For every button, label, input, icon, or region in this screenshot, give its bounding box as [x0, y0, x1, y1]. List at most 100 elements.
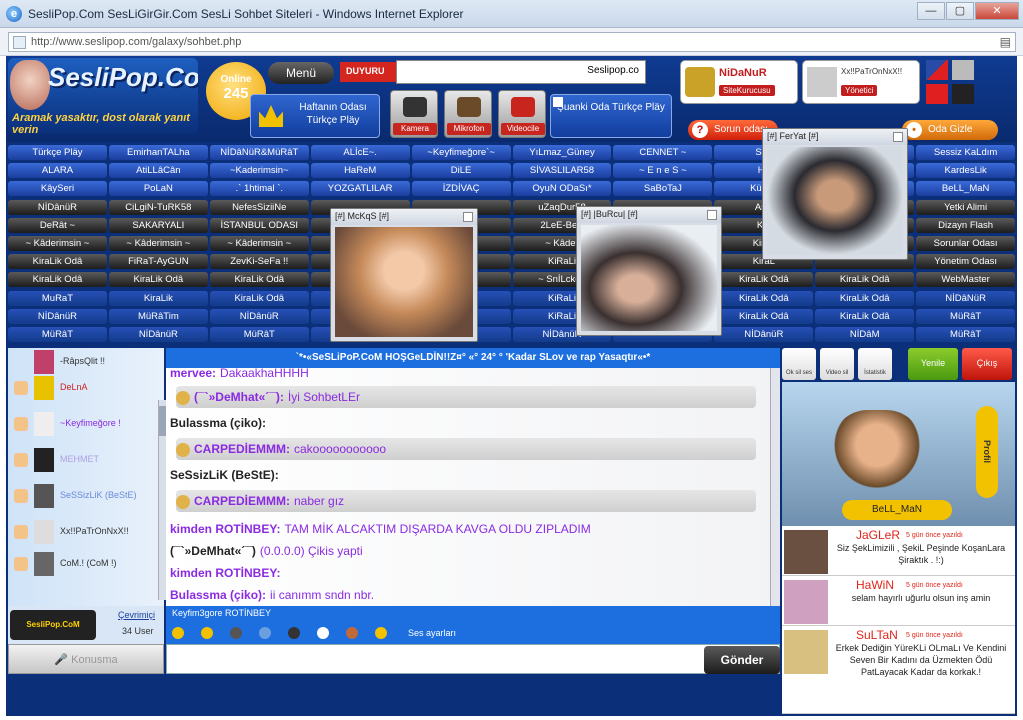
maximize-button[interactable]: ▢ — [946, 2, 974, 20]
room-button[interactable]: NİDânüR — [108, 326, 208, 342]
smiley-icon[interactable] — [375, 627, 387, 639]
room-button[interactable]: KâySeri — [8, 181, 107, 197]
room-button[interactable]: Sorunlar Odası — [916, 235, 1016, 251]
room-button[interactable]: CiLgiN-TuRK58 — [108, 199, 208, 215]
profile-card[interactable]: Profil BeLL_MaN — [782, 382, 1015, 526]
room-button[interactable]: ~ E n e S ~ — [613, 163, 713, 179]
message-author[interactable]: mervee: — [170, 368, 216, 380]
profile-tab[interactable]: Profil — [976, 406, 998, 498]
message-author[interactable]: CARPEDİEMMM: — [194, 494, 290, 508]
room-button[interactable]: ALİcE~. — [310, 145, 410, 160]
flag-gray-icon[interactable] — [952, 60, 974, 80]
message-author[interactable]: kimden ROTİNBEY: — [170, 566, 280, 580]
list-item[interactable]: CoM.! (CoM !) — [12, 552, 158, 576]
room-button[interactable]: NİDâM — [815, 326, 915, 342]
room-button[interactable]: ~ Kâderimsin ~ — [8, 235, 107, 251]
webcam-close-icon[interactable] — [463, 212, 473, 222]
drink-icon[interactable] — [346, 627, 358, 639]
list-item[interactable]: ~Keyfimeğore ! — [12, 412, 158, 436]
message-author[interactable]: (¯`»DeMhat«´¯): — [194, 390, 284, 404]
flag-tr-icon[interactable] — [926, 84, 948, 104]
room-button[interactable]: İSTANBUL ODASI — [209, 217, 309, 233]
admin-card-manager[interactable]: Xx!!PaTrOnNxX!! Yönetici — [802, 60, 920, 104]
room-button[interactable]: FiRaT-AyGUN — [108, 254, 208, 270]
user-list-scrollbar[interactable] — [158, 400, 166, 600]
scroll-thumb[interactable] — [159, 406, 166, 436]
room-button[interactable]: NİDâNüR — [916, 290, 1016, 306]
webcam-close-icon[interactable] — [707, 210, 717, 220]
room-button[interactable]: Türkçe Pläy — [8, 145, 107, 160]
room-button[interactable]: KiraLik Odâ — [8, 254, 107, 270]
minimize-button[interactable]: — — [917, 2, 945, 20]
webcam-window[interactable]: [#] FerYat [#] — [762, 128, 908, 260]
room-button[interactable]: KardesLik — [916, 163, 1016, 179]
room-button[interactable]: WebMaster — [916, 272, 1016, 288]
room-button[interactable]: KiraLik Odâ — [209, 272, 309, 288]
webcam-window[interactable]: [#] McKqS [#] — [330, 208, 478, 342]
room-button[interactable]: .` 1htimal `. — [209, 181, 309, 197]
room-button[interactable]: PoLaN — [108, 181, 208, 197]
flag-dark-icon[interactable] — [952, 84, 974, 104]
wall-post[interactable]: JaGLeR 5 gün önce yazıldı Siz ŞekLimizil… — [782, 526, 1015, 576]
room-button[interactable]: KiraLik Odâ — [714, 272, 814, 288]
menu-button[interactable]: Menü — [268, 62, 334, 84]
webcam-close-icon[interactable] — [893, 132, 903, 142]
wall-post[interactable]: SuLTaN 5 gün önce yazıldı Erkek Dediğin … — [782, 626, 1015, 714]
room-button[interactable]: EmirhanTALha — [108, 145, 208, 160]
room-button[interactable]: MuRaT — [8, 290, 107, 306]
room-button[interactable]: KiraLik Odâ — [209, 290, 309, 306]
chat-scrollbar[interactable] — [770, 368, 780, 606]
smiley-icon[interactable] — [201, 627, 213, 639]
room-button[interactable]: KiraLik Odâ — [108, 272, 208, 288]
room-button[interactable]: ~ Kâderimsin ~ — [108, 235, 208, 251]
weekly-room-button[interactable]: Haftanın Odası Türkçe Pläy — [250, 94, 380, 138]
microphone-button[interactable]: Mikrofon — [444, 90, 492, 138]
room-button[interactable]: ~ Kâderimsin ~ — [209, 235, 309, 251]
room-button[interactable]: MüRâT — [209, 326, 309, 342]
room-button[interactable]: Yetki Alimi — [916, 199, 1016, 215]
room-button[interactable]: CENNET ~ — [613, 145, 713, 160]
room-button[interactable]: YOZGATLILAR — [310, 181, 410, 197]
online-link[interactable]: Çevrimiçi — [118, 610, 155, 620]
room-button[interactable]: DiLE — [411, 163, 511, 179]
gift-icon[interactable] — [230, 627, 242, 639]
hide-room-button[interactable]: • Oda Gizle — [902, 120, 998, 140]
room-button[interactable]: KiraLik Odâ — [815, 272, 915, 288]
room-button[interactable]: SaBoTaJ — [613, 181, 713, 197]
send-button[interactable]: Gönder — [704, 646, 780, 674]
room-button[interactable]: KiraLik Odâ — [714, 290, 814, 306]
camera-button[interactable]: Kamera — [390, 90, 438, 138]
close-button[interactable]: ✕ — [975, 2, 1019, 20]
room-button[interactable]: NİDâNüR&MüRâT — [209, 145, 309, 160]
room-button[interactable]: AtiLLâCân — [108, 163, 208, 179]
mute-sound-button[interactable]: Ok sil ses — [782, 348, 816, 380]
webcam-window[interactable]: [#] |BuRcu| [#] — [576, 206, 722, 336]
room-button[interactable]: NİDânüR — [8, 199, 107, 215]
room-button[interactable]: ~Keyfimeğore`~ — [411, 145, 511, 160]
room-button[interactable]: NefesSiziiNe — [209, 199, 309, 215]
message-author[interactable]: CARPEDİEMMM: — [194, 442, 290, 456]
admin-card-founder[interactable]: NiDaNuR SiteKurucusu — [680, 60, 798, 104]
room-button[interactable]: SAKARYALI — [108, 217, 208, 233]
list-item[interactable]: Xx!!PaTrOnNxX!! — [12, 520, 158, 544]
room-button[interactable]: DeRât ~ — [8, 217, 107, 233]
room-button[interactable]: Dizayn Flash — [916, 217, 1016, 233]
message-input[interactable] — [166, 644, 780, 674]
room-button[interactable]: KiraLik Odâ — [8, 272, 107, 288]
talk-button[interactable]: 🎤 Konusma — [8, 644, 164, 674]
message-author[interactable]: SeSsizLiK (BeStE): — [170, 468, 279, 482]
house-icon[interactable] — [259, 627, 271, 639]
clear-video-button[interactable]: Video sil — [820, 348, 854, 380]
message-author[interactable]: (¯`»DeMhat«´¯) — [170, 544, 256, 558]
message-author[interactable]: Bulassma (çiko): — [170, 588, 266, 602]
refresh-button[interactable]: Yenile — [908, 348, 958, 380]
room-button[interactable]: HaReM — [310, 163, 410, 179]
room-button[interactable]: NİDânüR — [209, 308, 309, 324]
room-button[interactable]: BeLL_MaN — [916, 181, 1016, 197]
room-button[interactable]: Sessiz KaLdım — [916, 145, 1016, 160]
ball-icon[interactable] — [288, 627, 300, 639]
room-button[interactable]: MüRâT — [8, 326, 107, 342]
wall-post[interactable]: HaWiN 5 gün önce yazıldı selam hayırlı u… — [782, 576, 1015, 626]
eye-icon[interactable] — [317, 627, 329, 639]
sound-settings-link[interactable]: Ses ayarları — [408, 628, 456, 638]
